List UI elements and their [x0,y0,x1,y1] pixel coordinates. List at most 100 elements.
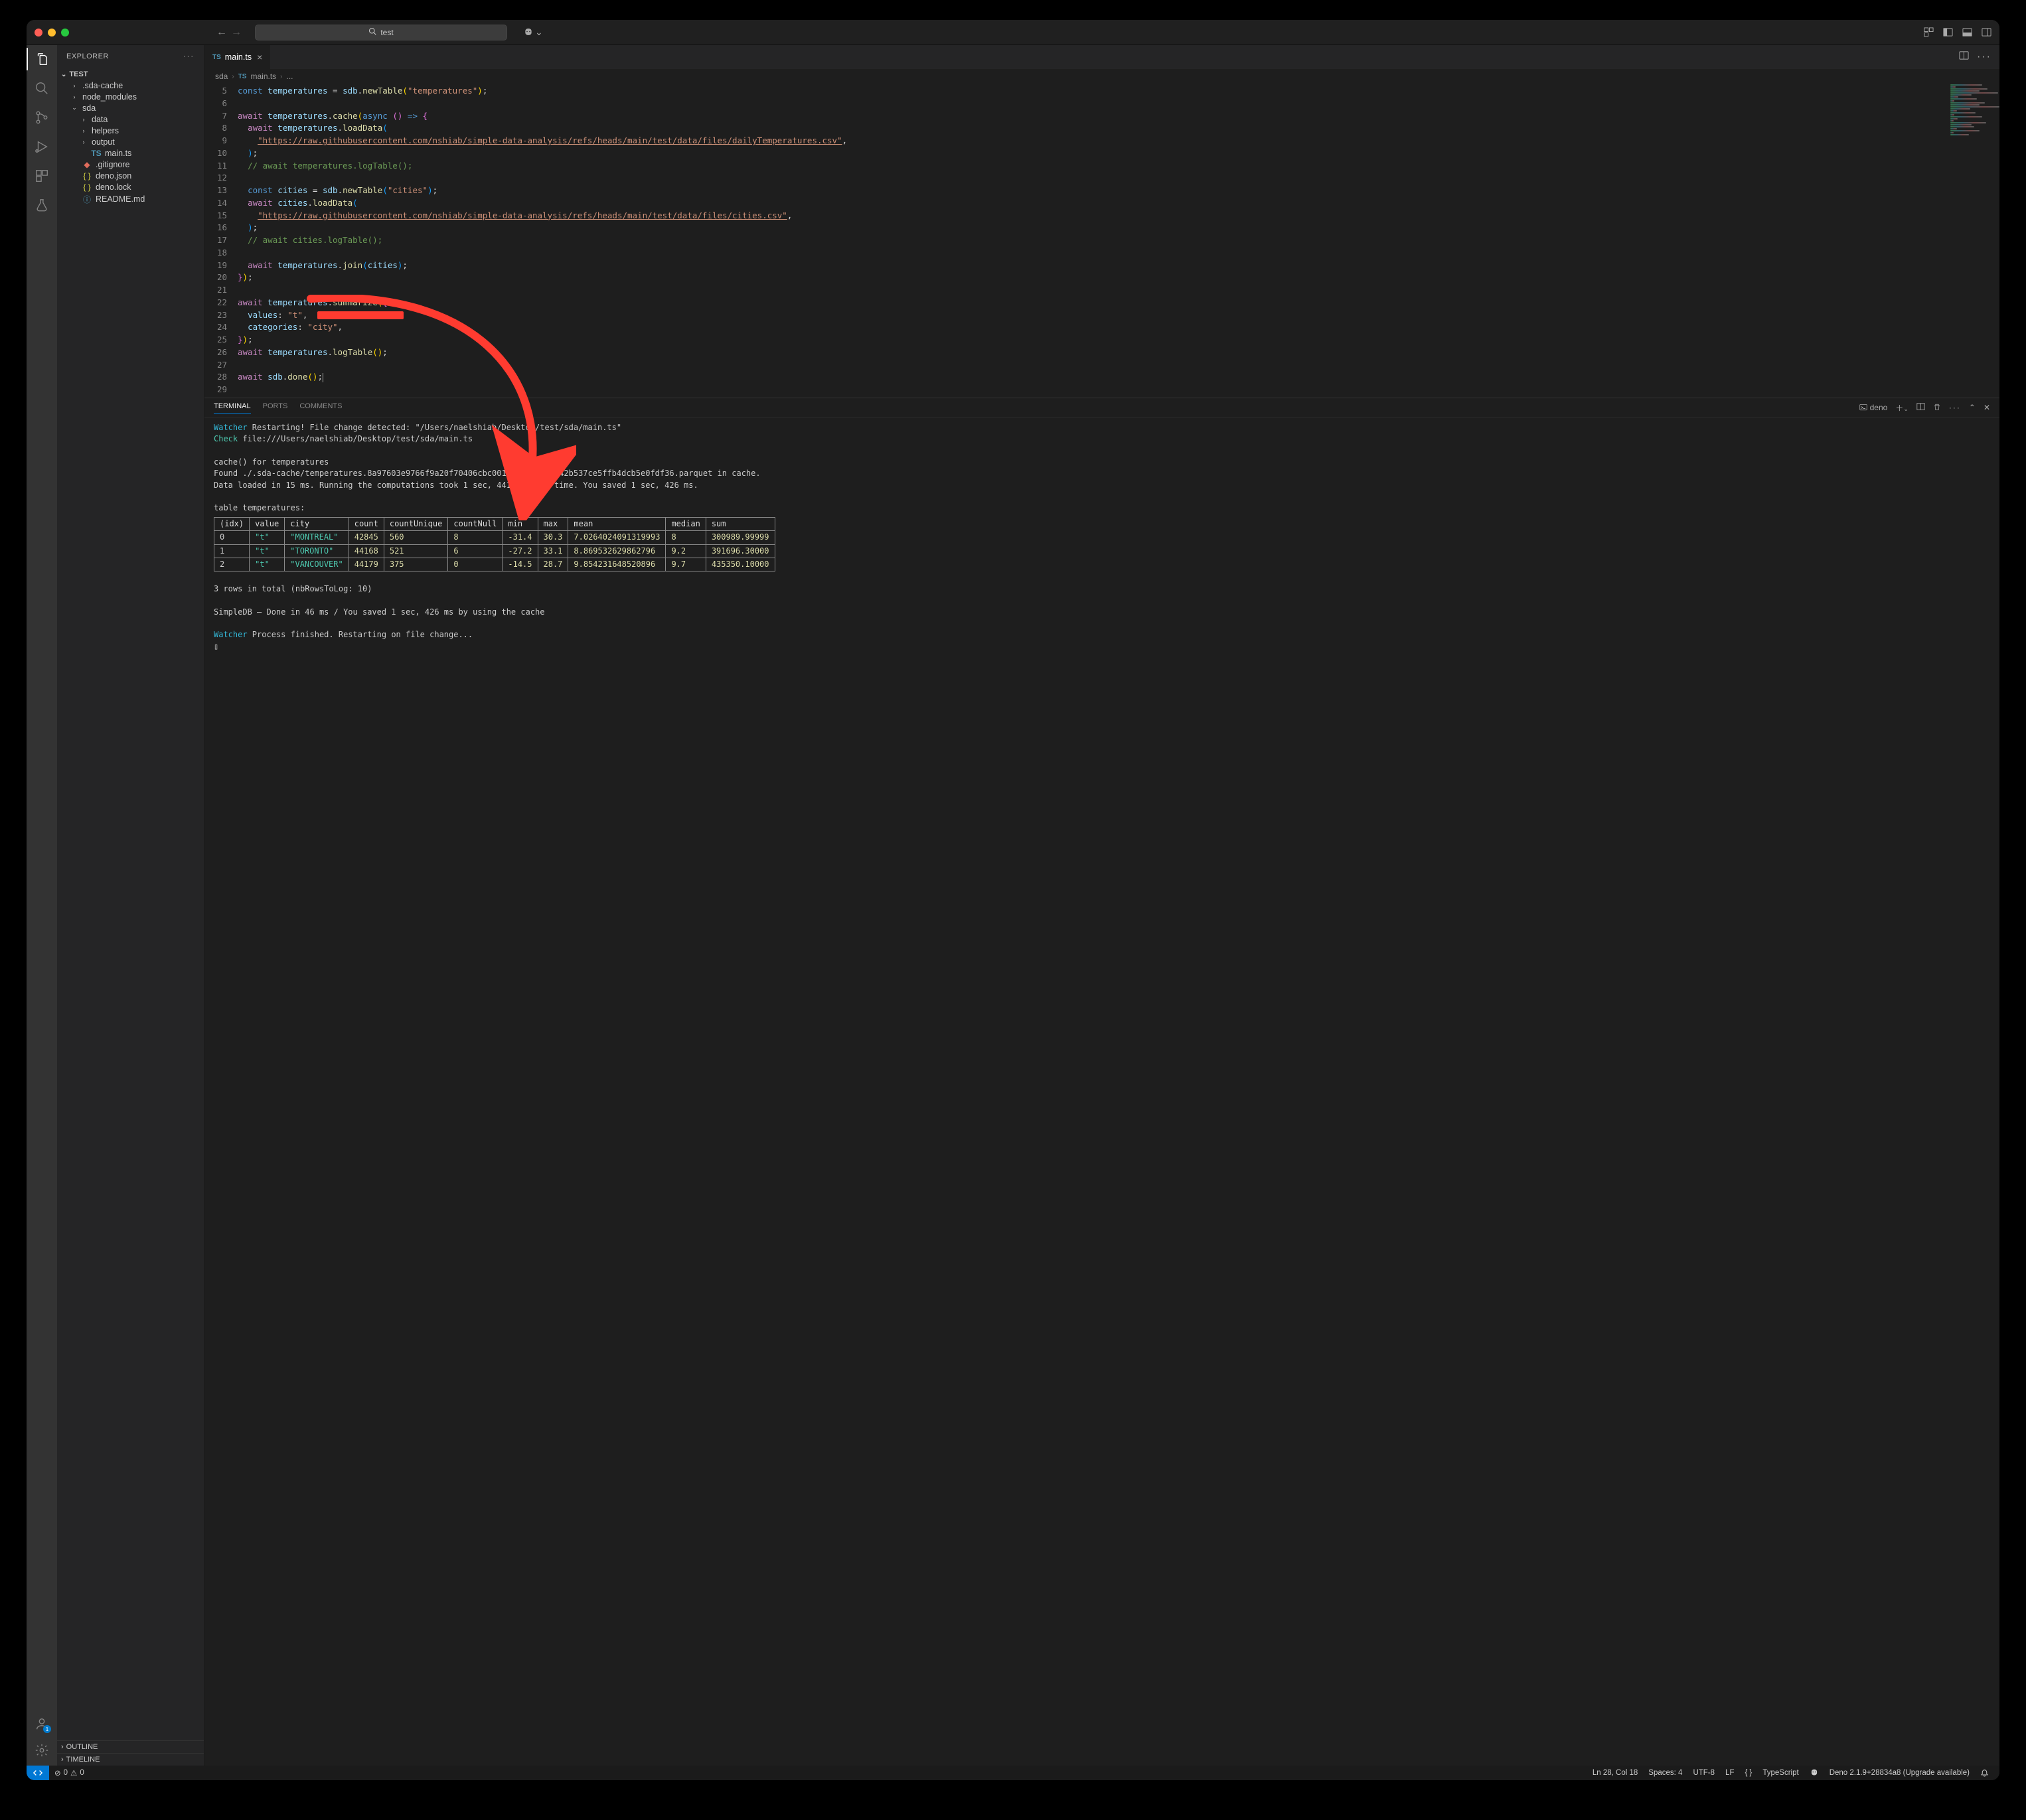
explorer-title: EXPLORER [66,52,109,60]
outline-section[interactable]: ›OUTLINE [57,1740,204,1753]
terminal-tab[interactable]: TERMINAL [214,402,251,414]
status-bell-icon[interactable] [1975,1769,1994,1778]
accounts-activity-icon[interactable]: 1 [33,1715,50,1732]
chevron-right-icon: › [70,82,78,89]
info-file-icon: ⓘ [82,194,92,205]
status-copilot-icon[interactable] [1804,1768,1824,1778]
status-problems[interactable]: ⊘0 ⚠0 [49,1768,90,1778]
terminal-runner-label[interactable]: deno [1859,403,1888,412]
folder-item[interactable]: ›node_modules [61,91,204,102]
editor-tabs: TS main.ts × ··· [204,45,1999,69]
toggle-sidebar-left-icon[interactable] [1943,27,1953,37]
close-panel-icon[interactable]: ✕ [1984,403,1990,412]
new-terminal-icon[interactable]: ＋⌄ [1895,402,1909,414]
copilot-menu[interactable]: ⌄ [523,27,543,38]
accounts-badge: 1 [43,1725,51,1733]
explorer-more-icon[interactable]: ··· [183,52,195,60]
file-item[interactable]: { }deno.lock [61,181,204,192]
toggle-panel-icon[interactable] [1962,27,1972,37]
chevron-right-icon: › [80,127,88,134]
code-content[interactable]: const temperatures = sdb.newTable("tempe… [234,84,1999,398]
chevron-right-icon: › [70,94,78,100]
folder-item[interactable]: ›output [61,136,204,147]
close-window-icon[interactable] [35,29,42,37]
timeline-section[interactable]: ›TIMELINE [57,1753,204,1766]
chevron-right-icon: › [61,1756,64,1764]
terminal-panel: TERMINAL PORTS COMMENTS deno ＋⌄ ··· ⌃ ✕ [204,398,1999,1766]
status-indent[interactable]: Spaces: 4 [1643,1769,1687,1777]
layout-customize-icon[interactable] [1924,27,1934,37]
terminal-output[interactable]: Watcher Restarting! File change detected… [204,418,1999,1766]
status-cursor-pos[interactable]: Ln 28, Col 18 [1587,1769,1643,1777]
folder-item[interactable]: ›helpers [61,125,204,136]
git-file-icon: ◆ [82,160,92,169]
panel-tabs: TERMINAL PORTS COMMENTS deno ＋⌄ ··· ⌃ ✕ [204,398,1999,418]
output-table: (idx)valuecitycountcountUniquecountNullm… [214,517,775,572]
line-number-gutter: 5678910111213141516171819202122232425262… [204,84,234,398]
editor-tab-main[interactable]: TS main.ts × [204,45,271,69]
settings-activity-icon[interactable] [33,1742,50,1759]
chevron-right-icon: › [61,1743,64,1751]
typescript-file-icon: TS [212,54,221,61]
nav-arrows: ← → [216,27,242,38]
file-tree: ›.sda-cache›node_modules⌄sda›data›helper… [57,80,204,206]
file-item[interactable]: ⓘREADME.md [61,192,204,206]
file-item[interactable]: { }deno.json [61,170,204,181]
chevron-down-icon: ⌄ [70,104,78,112]
chevron-down-icon: ⌄ [61,71,66,78]
breadcrumb[interactable]: sda› TS main.ts› ... [204,69,1999,84]
search-icon [368,27,376,37]
explorer-activity-icon[interactable] [33,50,50,68]
typescript-file-icon: TS [238,73,247,80]
source-control-activity-icon[interactable] [33,109,50,126]
run-debug-activity-icon[interactable] [33,138,50,155]
body: 1 EXPLORER ··· ⌄ TEST ›.sda-cache›node_m… [27,45,1999,1766]
json-file-icon: { } [82,171,92,181]
explorer-header: EXPLORER ··· [57,45,204,68]
kill-terminal-icon[interactable] [1933,403,1941,413]
nav-back-icon[interactable]: ← [216,27,227,38]
split-editor-icon[interactable] [1959,50,1969,64]
split-terminal-icon[interactable] [1916,402,1925,413]
extensions-activity-icon[interactable] [33,167,50,185]
ports-tab[interactable]: PORTS [263,402,288,413]
chevron-right-icon: › [80,116,88,123]
status-deno[interactable]: Deno 2.1.9+28834a8 (Upgrade available) [1824,1769,1975,1777]
code-editor[interactable]: 5678910111213141516171819202122232425262… [204,84,1999,398]
toggle-sidebar-right-icon[interactable] [1982,27,1991,37]
explorer-sidebar: EXPLORER ··· ⌄ TEST ›.sda-cache›node_mod… [57,45,204,1766]
warning-icon: ⚠ [70,1768,77,1778]
tab-filename: main.ts [225,52,252,62]
status-encoding[interactable]: UTF-8 [1687,1769,1720,1777]
minimize-window-icon[interactable] [48,29,56,37]
explorer-folder-root[interactable]: ⌄ TEST [57,69,204,80]
folder-item[interactable]: ⌄sda [61,102,204,114]
comments-tab[interactable]: COMMENTS [299,402,342,413]
editor-more-icon[interactable]: ··· [1977,51,1991,63]
file-item[interactable]: ◆.gitignore [61,159,204,170]
minimap[interactable] [1946,84,1999,203]
panel-more-icon[interactable]: ··· [1949,403,1961,412]
activity-bar: 1 [27,45,57,1766]
maximize-window-icon[interactable] [61,29,69,37]
file-item[interactable]: TSmain.ts [61,147,204,159]
editor-area: TS main.ts × ··· sda› TS main.ts› ... 56… [204,45,1999,1766]
tab-close-icon[interactable]: × [257,52,262,62]
command-center-search[interactable]: test [255,25,507,40]
error-icon: ⊘ [54,1768,61,1778]
remote-indicator[interactable] [27,1766,49,1780]
search-text: test [380,28,393,37]
title-bar: ← → test ⌄ [27,20,1999,45]
status-braces-icon[interactable]: { } [1739,1769,1757,1777]
chevron-right-icon: › [80,139,88,145]
testing-activity-icon[interactable] [33,196,50,214]
status-eol[interactable]: LF [1720,1769,1739,1777]
folder-item[interactable]: ›.sda-cache [61,80,204,91]
status-language[interactable]: TypeScript [1757,1769,1804,1777]
maximize-panel-icon[interactable]: ⌃ [1969,403,1976,412]
search-activity-icon[interactable] [33,80,50,97]
folder-item[interactable]: ›data [61,114,204,125]
typescript-file-icon: TS [92,149,101,158]
status-bar: ⊘0 ⚠0 Ln 28, Col 18 Spaces: 4 UTF-8 LF {… [27,1766,1999,1780]
nav-forward-icon[interactable]: → [231,27,242,38]
